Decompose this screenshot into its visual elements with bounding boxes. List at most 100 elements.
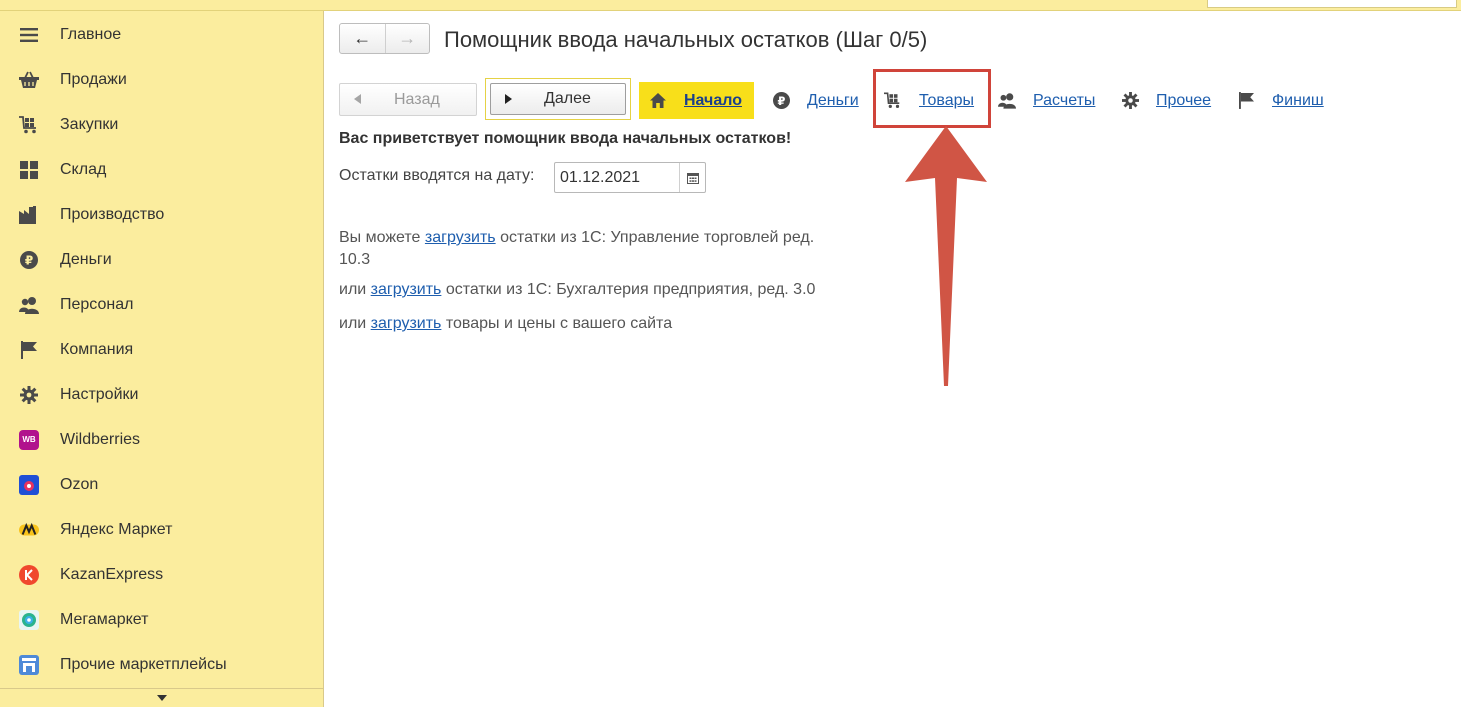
step-other[interactable]: Прочее — [1121, 82, 1211, 119]
sidebar-item-label: Производство — [60, 206, 165, 223]
import-option-ut: Вы можете загрузить остатки из 1С: Управ… — [339, 227, 849, 271]
text: Вы можете — [339, 229, 425, 246]
caret-down-icon — [156, 695, 167, 701]
step-label: Прочее — [1156, 91, 1212, 109]
history-forward-button[interactable]: → — [384, 24, 430, 53]
sidebar-item-label: Закупки — [60, 116, 119, 133]
yandex-market-icon — [19, 520, 39, 540]
arrow-left-icon: ← — [353, 28, 372, 48]
basket-icon — [19, 70, 39, 90]
home-icon — [649, 92, 667, 110]
sidebar-item-label: Компания — [60, 341, 134, 358]
flag-icon — [1237, 92, 1255, 110]
triangle-right-icon — [505, 94, 512, 104]
step-settlements[interactable]: Расчеты — [998, 82, 1095, 119]
top-search-box[interactable] — [1207, 0, 1457, 8]
history-back-button[interactable]: ← — [340, 24, 385, 53]
load-from-bp-link[interactable]: загрузить — [371, 281, 442, 298]
sidebar-item-ozon[interactable]: Ozon — [0, 462, 323, 507]
next-button[interactable]: Далее — [490, 83, 626, 115]
sidebar-item-label: Главное — [60, 26, 122, 43]
page-title: Помощник ввода начальных остатков (Шаг 0… — [444, 27, 928, 52]
date-label: Остатки вводятся на дату: — [339, 167, 535, 184]
sidebar-item-label: Склад — [60, 161, 107, 178]
sidebar-item-purchases[interactable]: Закупки — [0, 102, 323, 147]
back-button-label: Назад — [394, 91, 440, 108]
import-option-site: или загрузить товары и цены с вашего сай… — [339, 313, 899, 335]
cart-icon — [19, 115, 39, 135]
sidebar-item-other-marketplaces[interactable]: Прочие маркетплейсы — [0, 642, 323, 687]
people-icon — [19, 295, 39, 315]
people-icon — [998, 92, 1016, 110]
sidebar-item-label: Прочие маркетплейсы — [60, 656, 227, 673]
sidebar-item-label: Персонал — [60, 296, 134, 313]
step-label: Финиш — [1272, 91, 1324, 109]
load-from-site-link[interactable]: загрузить — [371, 315, 442, 332]
sidebar-item-kazanexpress[interactable]: KazanExpress — [0, 552, 323, 597]
flag-icon — [19, 340, 39, 360]
welcome-heading: Вас приветствует помощник ввода начальны… — [339, 130, 792, 147]
menu-icon — [19, 25, 39, 45]
date-input[interactable] — [555, 163, 680, 192]
step-start[interactable]: Начало — [639, 82, 754, 119]
sidebar-item-label: Деньги — [60, 251, 112, 268]
step-label: Начало — [684, 91, 742, 109]
annotation-arrow — [905, 126, 987, 386]
sidebar-item-label: KazanExpress — [60, 566, 164, 583]
text: товары и цены с вашего сайта — [441, 315, 673, 332]
step-finish[interactable]: Финиш — [1237, 82, 1324, 119]
step-label: Расчеты — [1033, 91, 1096, 109]
megamarket-icon — [19, 610, 39, 630]
warehouse-icon — [19, 160, 39, 180]
gear-icon — [1121, 92, 1139, 110]
date-field — [554, 162, 706, 193]
main-panel: ← → Помощник ввода начальных остатков (Ш… — [325, 11, 1461, 707]
sidebar-item-warehouse[interactable]: Склад — [0, 147, 323, 192]
calendar-button[interactable] — [679, 163, 705, 192]
svg-text:₽: ₽ — [25, 254, 33, 268]
annotation-highlight-box — [873, 69, 991, 128]
sidebar-item-settings[interactable]: Настройки — [0, 372, 323, 417]
history-nav: ← → — [339, 23, 430, 54]
factory-icon — [19, 205, 39, 225]
calendar-icon — [686, 172, 699, 184]
text: остатки из 1С: Бухгалтерия предприятия, … — [441, 281, 816, 298]
wildberries-icon: WB — [19, 430, 39, 450]
svg-text:₽: ₽ — [777, 94, 785, 108]
sidebar-item-sales[interactable]: Продажи — [0, 57, 323, 102]
ruble-icon: ₽ — [19, 250, 39, 270]
import-option-bp: или загрузить остатки из 1С: Бухгалтерия… — [339, 279, 899, 301]
sidebar-scroll-down[interactable] — [0, 688, 323, 707]
sidebar-item-label: Настройки — [60, 386, 139, 403]
load-from-ut-link[interactable]: загрузить — [425, 229, 496, 246]
top-strip — [0, 0, 1461, 11]
triangle-left-icon — [354, 94, 361, 104]
marketplaces-icon — [19, 655, 39, 675]
sidebar-item-label: Wildberries — [60, 431, 141, 448]
sidebar: Главное Продажи Закупки Склад Производст… — [0, 11, 324, 707]
sidebar-item-staff[interactable]: Персонал — [0, 282, 323, 327]
wildberries-badge: WB — [19, 430, 39, 450]
ozon-icon — [19, 475, 39, 495]
sidebar-item-label: Ozon — [60, 476, 99, 493]
sidebar-item-wildberries[interactable]: WB Wildberries — [0, 417, 323, 462]
kazanexpress-icon — [19, 565, 39, 585]
sidebar-item-label: Продажи — [60, 71, 127, 88]
arrow-right-icon: → — [398, 28, 417, 48]
next-button-label: Далее — [544, 90, 591, 107]
text: или — [339, 315, 371, 332]
sidebar-item-yandex-market[interactable]: Яндекс Маркет — [0, 507, 323, 552]
sidebar-item-money[interactable]: ₽ Деньги — [0, 237, 323, 282]
step-label: Деньги — [807, 91, 859, 109]
back-button[interactable]: Назад — [339, 83, 477, 116]
sidebar-item-label: Яндекс Маркет — [60, 521, 173, 538]
sidebar-item-production[interactable]: Производство — [0, 192, 323, 237]
sidebar-item-label: Мегамаркет — [60, 611, 149, 628]
step-money[interactable]: ₽ Деньги — [772, 82, 859, 119]
ruble-icon: ₽ — [772, 92, 790, 110]
sidebar-item-company[interactable]: Компания — [0, 327, 323, 372]
sidebar-item-megamarket[interactable]: Мегамаркет — [0, 597, 323, 642]
gear-icon — [19, 385, 39, 405]
text: или — [339, 281, 371, 298]
sidebar-item-main[interactable]: Главное — [0, 12, 323, 57]
